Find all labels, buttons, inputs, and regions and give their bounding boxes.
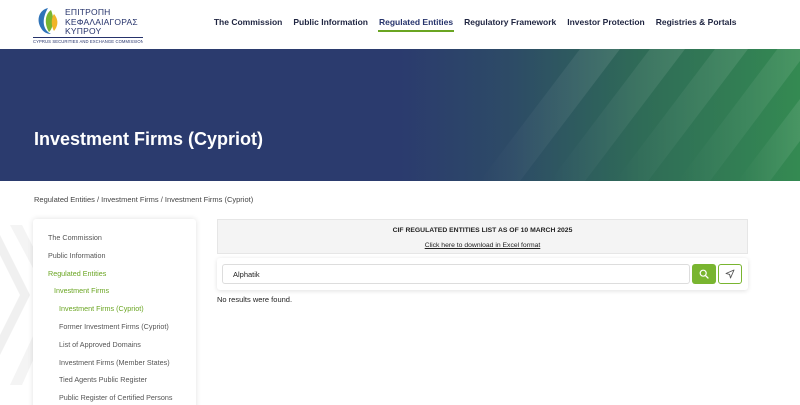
sidebar-item-public-information[interactable]: Public Information (33, 247, 196, 265)
site-header: ΕΠΙΤΡΟΠΗ ΚΕΦΑΛΑΙΑΓΟΡΑΣ ΚΥΠΡΟΥ CYPRUS SEC… (0, 0, 800, 49)
search-button[interactable] (692, 264, 716, 284)
notice-title: CIF REGULATED ENTITIES LIST AS OF 10 MAR… (392, 227, 573, 234)
nav-regulated-entities[interactable]: Regulated Entities (373, 0, 458, 49)
nav-regulatory-framework[interactable]: Regulatory Framework (459, 0, 562, 49)
sidebar-item-investment-firms-member-states[interactable]: Investment Firms (Member States) (33, 354, 196, 372)
sidebar-nav: The Commission Public Information Regula… (33, 219, 196, 405)
sidebar-item-former-investment-firms[interactable]: Former Investment Firms (Cypriot) (33, 318, 196, 336)
logo-text: ΕΠΙΤΡΟΠΗ ΚΕΦΑΛΑΙΑΓΟΡΑΣ ΚΥΠΡΟΥ (65, 7, 138, 37)
logo-subtitle: CYPRUS SECURITIES AND EXCHANGE COMMISSIO… (33, 37, 143, 44)
sidebar-item-tied-agents[interactable]: Tied Agents Public Register (33, 371, 196, 389)
send-icon (725, 269, 735, 279)
sidebar-item-certified-persons[interactable]: Public Register of Certified Persons (33, 389, 196, 405)
logo[interactable]: ΕΠΙΤΡΟΠΗ ΚΕΦΑΛΑΙΑΓΟΡΑΣ ΚΥΠΡΟΥ CYPRUS SEC… (33, 4, 143, 46)
sidebar-item-investment-firms[interactable]: Investment Firms (33, 282, 196, 300)
sidebar-item-regulated-entities[interactable]: Regulated Entities (33, 265, 196, 283)
page-title: Investment Firms (Cypriot) (34, 129, 264, 149)
search-bar (217, 258, 748, 290)
nav-public-information[interactable]: Public Information (288, 0, 374, 49)
hero-stripes-decoration (480, 49, 800, 181)
search-input[interactable] (222, 264, 690, 284)
sidebar-item-investment-firms-cypriot[interactable]: Investment Firms (Cypriot) (33, 300, 196, 318)
no-results-message: No results were found. (217, 295, 293, 304)
search-icon (699, 269, 709, 279)
list-notice: CIF REGULATED ENTITIES LIST AS OF 10 MAR… (217, 219, 748, 254)
sidebar-item-approved-domains[interactable]: List of Approved Domains (33, 336, 196, 354)
nav-the-commission[interactable]: The Commission (208, 0, 287, 49)
logo-line: ΚΥΠΡΟΥ (65, 26, 102, 36)
reset-button[interactable] (718, 264, 742, 284)
nav-registries-portals[interactable]: Registries & Portals (650, 0, 742, 49)
hero-banner: Investment Firms (Cypriot) (0, 49, 800, 181)
main-nav: The Commission Public Information Regula… (208, 0, 742, 49)
download-excel-link[interactable]: Click here to download in Excel format (425, 242, 541, 249)
breadcrumb[interactable]: Regulated Entities / Investment Firms / … (34, 195, 253, 204)
nav-investor-protection[interactable]: Investor Protection (562, 0, 650, 49)
sidebar-item-the-commission[interactable]: The Commission (33, 229, 196, 247)
logo-icon (38, 8, 58, 34)
